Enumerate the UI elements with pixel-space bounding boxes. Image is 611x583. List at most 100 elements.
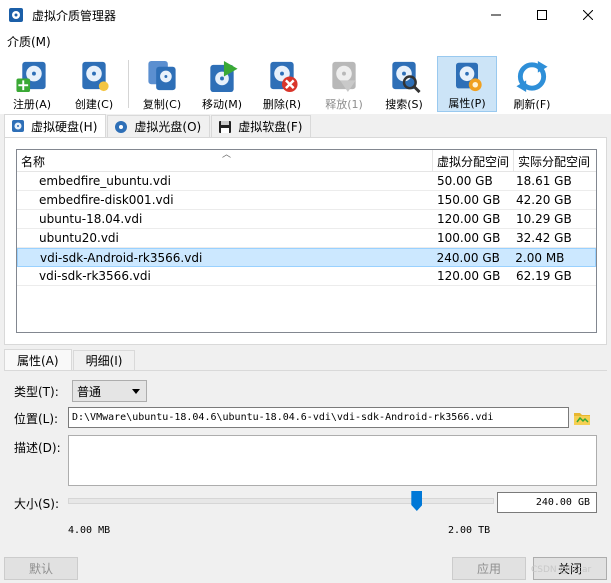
- refresh-icon: [516, 60, 548, 93]
- table-row[interactable]: embedfire_ubuntu.vdi 50.00 GB 18.61 GB: [17, 172, 596, 191]
- media-tabs: 虚拟硬盘(H) 虚拟光盘(O) 虚拟软盘(F): [4, 114, 312, 137]
- sort-ascending-icon: ︿: [222, 150, 232, 160]
- chevron-down-icon: [132, 389, 140, 394]
- disk-name-cell: vdi-sdk-rk3566.vdi: [39, 269, 151, 283]
- actual-size-cell: 10.29 GB: [516, 212, 572, 226]
- tab-attributes[interactable]: 属性(A): [4, 349, 72, 370]
- tab-information[interactable]: 明细(I): [72, 350, 136, 370]
- size-slider-track[interactable]: [68, 498, 494, 504]
- refresh-label: 刷新(F): [513, 98, 551, 111]
- menu-medium[interactable]: 介质(M): [0, 33, 58, 50]
- optical-disc-icon: [115, 120, 128, 133]
- reset-button[interactable]: 默认: [4, 557, 78, 580]
- actual-size-cell: 62.19 GB: [516, 269, 572, 283]
- disk-name-cell: vdi-sdk-Android-rk3566.vdi: [40, 250, 203, 265]
- actual-size-cell: 2.00 MB: [515, 250, 565, 265]
- tab-floppy-disks[interactable]: 虚拟软盘(F): [211, 115, 312, 137]
- virtual-size-cell: 100.00 GB: [437, 231, 501, 245]
- tab-floppy-disks-label: 虚拟软盘(F): [238, 120, 303, 134]
- table-row[interactable]: ubuntu20.vdi 100.00 GB 32.42 GB: [17, 229, 596, 248]
- size-label: 大小(S):: [14, 497, 60, 511]
- release-disk-icon: [332, 61, 356, 93]
- maximize-button[interactable]: [519, 0, 565, 30]
- folder-icon[interactable]: [572, 408, 592, 428]
- move-disk-icon: [210, 60, 238, 93]
- toolbar-separator: [128, 60, 129, 108]
- apply-button[interactable]: 应用: [452, 557, 526, 580]
- copy-disk-icon: [148, 60, 176, 91]
- description-field[interactable]: [68, 435, 597, 486]
- location-label: 位置(L):: [14, 412, 59, 426]
- create-disk-icon: [82, 61, 109, 92]
- move-label: 移动(M): [201, 98, 243, 111]
- virtual-size-cell: 240.00 GB: [436, 250, 500, 265]
- virtual-size-cell: 50.00 GB: [437, 174, 493, 188]
- size-field[interactable]: 240.00 GB: [497, 492, 597, 513]
- close-button[interactable]: [565, 0, 611, 30]
- tab-optical-discs-label: 虚拟光盘(O): [134, 120, 202, 134]
- type-combobox[interactable]: 普通: [72, 380, 147, 402]
- watermark: CSDN @lircar: [531, 565, 592, 575]
- floppy-disk-icon: [219, 120, 232, 133]
- delete-label: 删除(R): [262, 98, 302, 111]
- actual-size-cell: 42.20 GB: [516, 193, 572, 207]
- search-disk-icon: [392, 61, 421, 94]
- hard-disk-icon: [12, 120, 24, 132]
- search-label: 搜索(S): [385, 98, 423, 111]
- close-icon: [583, 10, 593, 20]
- table-row[interactable]: ubuntu-18.04.vdi 120.00 GB 10.29 GB: [17, 210, 596, 229]
- properties-button[interactable]: 属性(P): [437, 56, 497, 112]
- disk-name-cell: embedfire_ubuntu.vdi: [39, 174, 171, 188]
- virtual-size-cell: 120.00 GB: [437, 212, 501, 226]
- table-row[interactable]: vdi-sdk-rk3566.vdi 120.00 GB 62.19 GB: [17, 267, 596, 286]
- size-min-label: 4.00 MB: [68, 525, 111, 536]
- disk-name-cell: ubuntu-18.04.vdi: [39, 212, 143, 226]
- tab-hard-disks-label: 虚拟硬盘(H): [31, 119, 98, 134]
- refresh-button[interactable]: 刷新(F): [506, 56, 558, 112]
- minimize-button[interactable]: [473, 0, 519, 30]
- size-max-label: 2.00 TB: [448, 525, 491, 536]
- copy-label: 复制(C): [142, 98, 182, 111]
- app-icon: [9, 8, 23, 22]
- type-label: 类型(T):: [14, 385, 59, 399]
- disk-name-cell: ubuntu20.vdi: [39, 231, 119, 245]
- title-bar: 虚拟介质管理器: [0, 0, 611, 30]
- virtual-size-cell: 120.00 GB: [437, 269, 501, 283]
- properties-panel: 类型(T): 普通 位置(L): D:\VMware\ubuntu-18.04.…: [4, 370, 607, 546]
- register-disk-icon: [16, 61, 46, 93]
- maximize-icon: [537, 10, 547, 20]
- type-value: 普通: [77, 384, 102, 399]
- tab-hard-disks[interactable]: 虚拟硬盘(H): [4, 114, 107, 137]
- size-slider-thumb[interactable]: [411, 491, 423, 511]
- release-button[interactable]: 释放(1): [318, 56, 370, 112]
- toolbar: 注册(A) 创建(C) 复制(C) 移动(M) 删除(R) 释放(1) 搜索(S…: [0, 52, 611, 114]
- properties-disk-icon: [456, 62, 482, 92]
- create-label: 创建(C): [74, 98, 114, 111]
- properties-label: 属性(P): [448, 97, 486, 110]
- search-button[interactable]: 搜索(S): [378, 56, 430, 112]
- tab-optical-discs[interactable]: 虚拟光盘(O): [107, 115, 211, 137]
- window-title: 虚拟介质管理器: [32, 8, 117, 23]
- column-header-actual-size[interactable]: 实际分配空间: [514, 150, 596, 172]
- release-label: 释放(1): [325, 98, 363, 111]
- table-header: 名称 虚拟分配空间 实际分配空间 ︿: [17, 150, 596, 172]
- table-row[interactable]: embedfire-disk001.vdi 150.00 GB 42.20 GB: [17, 191, 596, 210]
- description-label: 描述(D):: [14, 441, 61, 455]
- dialog-buttons: 默认 应用 关闭: [0, 557, 611, 581]
- virtual-size-cell: 150.00 GB: [437, 193, 501, 207]
- register-button[interactable]: 注册(A): [6, 56, 58, 112]
- location-field[interactable]: D:\VMware\ubuntu-18.04.6\ubuntu-18.04.6-…: [68, 407, 569, 428]
- minimize-icon: [491, 14, 501, 16]
- menu-bar: 介质(M): [0, 30, 611, 52]
- move-button[interactable]: 移动(M): [196, 56, 248, 112]
- copy-button[interactable]: 复制(C): [136, 56, 188, 112]
- register-label: 注册(A): [12, 98, 52, 111]
- actual-size-cell: 18.61 GB: [516, 174, 572, 188]
- media-table: 名称 虚拟分配空间 实际分配空间 ︿ embedfire_ubuntu.vdi 5…: [16, 149, 597, 333]
- table-row[interactable]: vdi-sdk-Android-rk3566.vdi 240.00 GB 2.00 …: [17, 248, 596, 267]
- column-header-virtual-size[interactable]: 虚拟分配空间: [433, 150, 514, 172]
- actual-size-cell: 32.42 GB: [516, 231, 572, 245]
- delete-button[interactable]: 删除(R): [256, 56, 308, 112]
- disk-name-cell: embedfire-disk001.vdi: [39, 193, 174, 207]
- create-button[interactable]: 创建(C): [68, 56, 120, 112]
